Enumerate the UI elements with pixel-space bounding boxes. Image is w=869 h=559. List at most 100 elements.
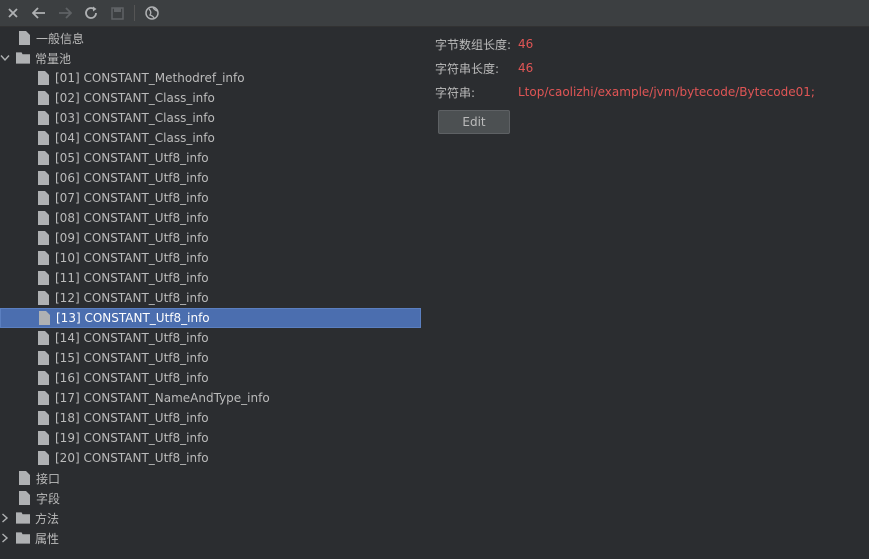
constant-item[interactable]: [06] CONSTANT_Utf8_info	[0, 168, 421, 188]
file-icon	[36, 191, 50, 205]
forward-icon[interactable]	[52, 0, 78, 26]
constant-item-label: [12] CONSTANT_Utf8_info	[55, 291, 209, 305]
tree-item-fields[interactable]: 字段	[0, 488, 421, 508]
tree-item-label: 接口	[36, 471, 61, 486]
constant-item-label: [09] CONSTANT_Utf8_info	[55, 231, 209, 245]
constant-item-label: [05] CONSTANT_Utf8_info	[55, 151, 209, 165]
file-icon	[36, 111, 50, 125]
constant-item-label: [17] CONSTANT_NameAndType_info	[55, 391, 270, 405]
constant-item[interactable]: [11] CONSTANT_Utf8_info	[0, 268, 421, 288]
close-icon[interactable]	[0, 0, 26, 26]
constant-item-label: [13] CONSTANT_Utf8_info	[56, 311, 210, 325]
file-icon	[36, 331, 50, 345]
file-icon	[36, 231, 50, 245]
constant-item[interactable]: [01] CONSTANT_Methodref_info	[0, 68, 421, 88]
chevron-right-icon[interactable]	[0, 528, 11, 548]
toolbar	[0, 0, 869, 27]
constant-item-label: [07] CONSTANT_Utf8_info	[55, 191, 209, 205]
file-icon	[36, 211, 50, 225]
file-icon	[36, 151, 50, 165]
constant-item-label: [03] CONSTANT_Class_info	[55, 111, 215, 125]
file-icon	[36, 391, 50, 405]
file-icon	[17, 31, 31, 45]
constant-item-label: [10] CONSTANT_Utf8_info	[55, 251, 209, 265]
constant-item[interactable]: [14] CONSTANT_Utf8_info	[0, 328, 421, 348]
file-icon	[36, 291, 50, 305]
tree-item-methods[interactable]: 方法	[0, 508, 421, 528]
file-icon	[36, 411, 50, 425]
byte-length-value: 46	[518, 37, 534, 51]
constant-item[interactable]: [18] CONSTANT_Utf8_info	[0, 408, 421, 428]
file-icon	[36, 71, 50, 85]
back-icon[interactable]	[26, 0, 52, 26]
tree-item-label: 方法	[35, 511, 60, 526]
globe-icon[interactable]	[139, 0, 165, 26]
constant-item-label: [18] CONSTANT_Utf8_info	[55, 411, 209, 425]
constant-item[interactable]: [05] CONSTANT_Utf8_info	[0, 148, 421, 168]
tree-item-label: 字段	[36, 491, 61, 506]
constant-item[interactable]: [02] CONSTANT_Class_info	[0, 88, 421, 108]
constant-item-label: [04] CONSTANT_Class_info	[55, 131, 215, 145]
chevron-right-icon[interactable]	[0, 508, 11, 528]
edit-button[interactable]: Edit	[438, 110, 510, 134]
constant-item[interactable]: [03] CONSTANT_Class_info	[0, 108, 421, 128]
constant-item-label: [20] CONSTANT_Utf8_info	[55, 451, 209, 465]
constant-item-label: [02] CONSTANT_Class_info	[55, 91, 215, 105]
tree-item-interfaces[interactable]: 接口	[0, 468, 421, 488]
class-tree: 一般信息 常量池 [01] CONSTANT_Methodref_info [02…	[0, 27, 421, 559]
constant-item-label: [08] CONSTANT_Utf8_info	[55, 211, 209, 225]
constant-item[interactable]: [13] CONSTANT_Utf8_info	[0, 308, 421, 328]
byte-length-row: 字节数组长度: 46	[435, 35, 533, 53]
detail-panel: 字节数组长度: 46 字符串长度: 46 字符串: Ltop/caolizhi/…	[421, 27, 869, 559]
toolbar-separator	[134, 5, 135, 21]
file-icon	[36, 131, 50, 145]
constant-item[interactable]: [16] CONSTANT_Utf8_info	[0, 368, 421, 388]
file-icon	[36, 451, 50, 465]
constant-item[interactable]: [17] CONSTANT_NameAndType_info	[0, 388, 421, 408]
constant-item[interactable]: [20] CONSTANT_Utf8_info	[0, 448, 421, 468]
folder-icon	[16, 51, 30, 65]
constant-item[interactable]: [12] CONSTANT_Utf8_info	[0, 288, 421, 308]
constant-item[interactable]: [04] CONSTANT_Class_info	[0, 128, 421, 148]
file-icon	[37, 311, 51, 325]
refresh-icon[interactable]	[78, 0, 104, 26]
constant-item[interactable]: [10] CONSTANT_Utf8_info	[0, 248, 421, 268]
string-value: Ltop/caolizhi/example/jvm/bytecode/Bytec…	[518, 85, 815, 99]
tree-item-attributes[interactable]: 属性	[0, 528, 421, 548]
file-icon	[36, 371, 50, 385]
constant-item-label: [14] CONSTANT_Utf8_info	[55, 331, 209, 345]
string-label: 字符串:	[435, 85, 476, 100]
byte-length-label: 字节数组长度:	[435, 37, 512, 52]
constant-item[interactable]: [08] CONSTANT_Utf8_info	[0, 208, 421, 228]
save-icon[interactable]	[104, 0, 130, 26]
file-icon	[36, 351, 50, 365]
file-icon	[17, 471, 31, 485]
file-icon	[36, 251, 50, 265]
string-length-value: 46	[518, 61, 534, 75]
file-icon	[36, 431, 50, 445]
tree-item-label: 常量池	[35, 51, 72, 66]
constant-item[interactable]: [09] CONSTANT_Utf8_info	[0, 228, 421, 248]
tree-item-general[interactable]: 一般信息	[0, 28, 421, 48]
constant-item[interactable]: [15] CONSTANT_Utf8_info	[0, 348, 421, 368]
tree-item-constant-pool[interactable]: 常量池	[0, 48, 421, 68]
constant-item-label: [06] CONSTANT_Utf8_info	[55, 171, 209, 185]
constant-item-label: [11] CONSTANT_Utf8_info	[55, 271, 209, 285]
file-icon	[17, 491, 31, 505]
chevron-down-icon[interactable]	[0, 48, 11, 68]
string-row: 字符串: Ltop/caolizhi/example/jvm/bytecode/…	[435, 83, 815, 101]
file-icon	[36, 171, 50, 185]
folder-icon	[16, 531, 30, 545]
file-icon	[36, 271, 50, 285]
constant-item-label: [15] CONSTANT_Utf8_info	[55, 351, 209, 365]
constant-item-label: [01] CONSTANT_Methodref_info	[55, 71, 245, 85]
string-length-row: 字符串长度: 46	[435, 59, 533, 77]
constant-item-label: [19] CONSTANT_Utf8_info	[55, 431, 209, 445]
folder-icon	[16, 511, 30, 525]
constant-item[interactable]: [07] CONSTANT_Utf8_info	[0, 188, 421, 208]
string-length-label: 字符串长度:	[435, 61, 500, 76]
file-icon	[36, 91, 50, 105]
tree-item-label: 一般信息	[36, 31, 85, 46]
constant-item[interactable]: [19] CONSTANT_Utf8_info	[0, 428, 421, 448]
constant-item-label: [16] CONSTANT_Utf8_info	[55, 371, 209, 385]
